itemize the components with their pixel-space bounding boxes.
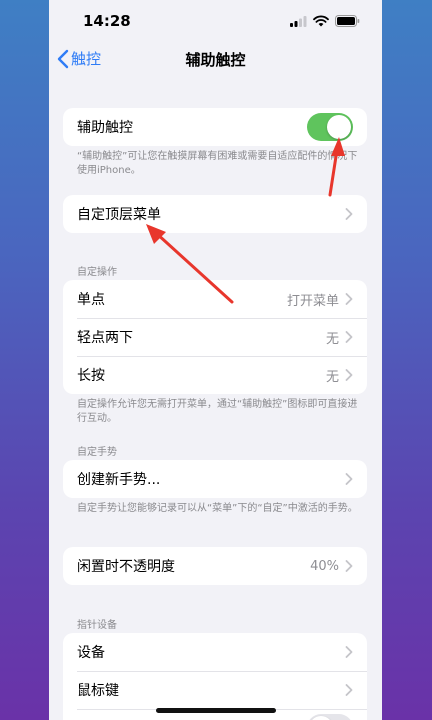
devices-row[interactable]: 设备 bbox=[63, 633, 367, 671]
devices-label: 设备 bbox=[77, 645, 105, 661]
custom-gestures-footnote: 自定手势让您能够记录可以从“菜单”下的“自定”中激活的手势。 bbox=[77, 503, 358, 514]
assistive-touch-footnote: “辅助触控”可让您在触摸屏幕有困难或需要自适应配件的情况下使用iPhone。 bbox=[77, 151, 358, 176]
toggle-knob bbox=[327, 115, 351, 139]
chevron-right-icon bbox=[345, 369, 353, 381]
long-press-value: 无 bbox=[325, 369, 339, 385]
create-gesture-label: 创建新手势... bbox=[77, 472, 161, 488]
status-time: 14:28 bbox=[83, 12, 131, 30]
chevron-right-icon bbox=[345, 473, 353, 485]
custom-menu-group: 自定顶层菜单 bbox=[63, 195, 367, 233]
custom-actions-footnote: 自定操作允许您无需打开菜单，通过“辅助触控”图标即可直接进行互动。 bbox=[77, 399, 358, 424]
settings-screen: 14:28 触控 辅助触控 辅助触控 “辅助触控”可让您在触摸屏幕有困难或需要自… bbox=[49, 0, 382, 720]
assistive-touch-group: 辅助触控 bbox=[63, 108, 367, 146]
wifi-icon bbox=[313, 15, 329, 27]
page-title: 辅助触控 bbox=[185, 51, 246, 69]
chevron-right-icon bbox=[345, 208, 353, 220]
mouse-keys-label: 鼠标键 bbox=[77, 683, 119, 699]
long-press-row[interactable]: 长按 无 bbox=[63, 356, 367, 394]
chevron-right-icon bbox=[345, 293, 353, 305]
custom-actions-header: 自定操作 bbox=[77, 267, 117, 278]
home-indicator bbox=[156, 708, 276, 713]
double-tap-row[interactable]: 轻点两下 无 bbox=[63, 318, 367, 356]
assistive-touch-toggle[interactable] bbox=[307, 113, 353, 141]
assistive-touch-label: 辅助触控 bbox=[77, 120, 133, 136]
status-icons bbox=[290, 15, 360, 27]
mouse-keys-row[interactable]: 鼠标键 bbox=[63, 671, 367, 709]
double-tap-value: 无 bbox=[325, 331, 339, 347]
idle-opacity-group: 闲置时不透明度 40% bbox=[63, 547, 367, 585]
idle-opacity-row[interactable]: 闲置时不透明度 40% bbox=[63, 547, 367, 585]
status-bar: 14:28 bbox=[49, 0, 382, 44]
create-gesture-row[interactable]: 创建新手势... bbox=[63, 460, 367, 498]
chevron-right-icon bbox=[345, 684, 353, 696]
custom-gestures-header: 自定手势 bbox=[77, 447, 117, 458]
idle-opacity-label: 闲置时不透明度 bbox=[77, 559, 175, 575]
idle-opacity-value: 40% bbox=[310, 558, 339, 574]
chevron-right-icon bbox=[345, 560, 353, 572]
custom-top-menu-row[interactable]: 自定顶层菜单 bbox=[63, 195, 367, 233]
chevron-right-icon bbox=[345, 646, 353, 658]
navigation-bar: 触控 辅助触控 bbox=[49, 44, 382, 76]
single-tap-value: 打开菜单 bbox=[286, 293, 339, 309]
assistive-touch-row: 辅助触控 bbox=[63, 108, 367, 146]
single-tap-row[interactable]: 单点 打开菜单 bbox=[63, 280, 367, 318]
signal-icon bbox=[290, 15, 307, 27]
chevron-right-icon bbox=[345, 331, 353, 343]
battery-icon bbox=[335, 15, 360, 27]
pointer-devices-group: 设备 鼠标键 bbox=[63, 633, 367, 720]
custom-gestures-group: 创建新手势... bbox=[63, 460, 367, 498]
custom-actions-group: 单点 打开菜单 轻点两下 无 长按 无 bbox=[63, 280, 367, 394]
long-press-label: 长按 bbox=[77, 368, 105, 384]
single-tap-label: 单点 bbox=[77, 292, 105, 308]
partial-row-toggle[interactable] bbox=[307, 714, 353, 720]
pointer-devices-header: 指针设备 bbox=[77, 620, 117, 631]
double-tap-label: 轻点两下 bbox=[77, 330, 133, 346]
toggle-knob bbox=[309, 716, 333, 720]
custom-top-menu-label: 自定顶层菜单 bbox=[77, 207, 161, 223]
